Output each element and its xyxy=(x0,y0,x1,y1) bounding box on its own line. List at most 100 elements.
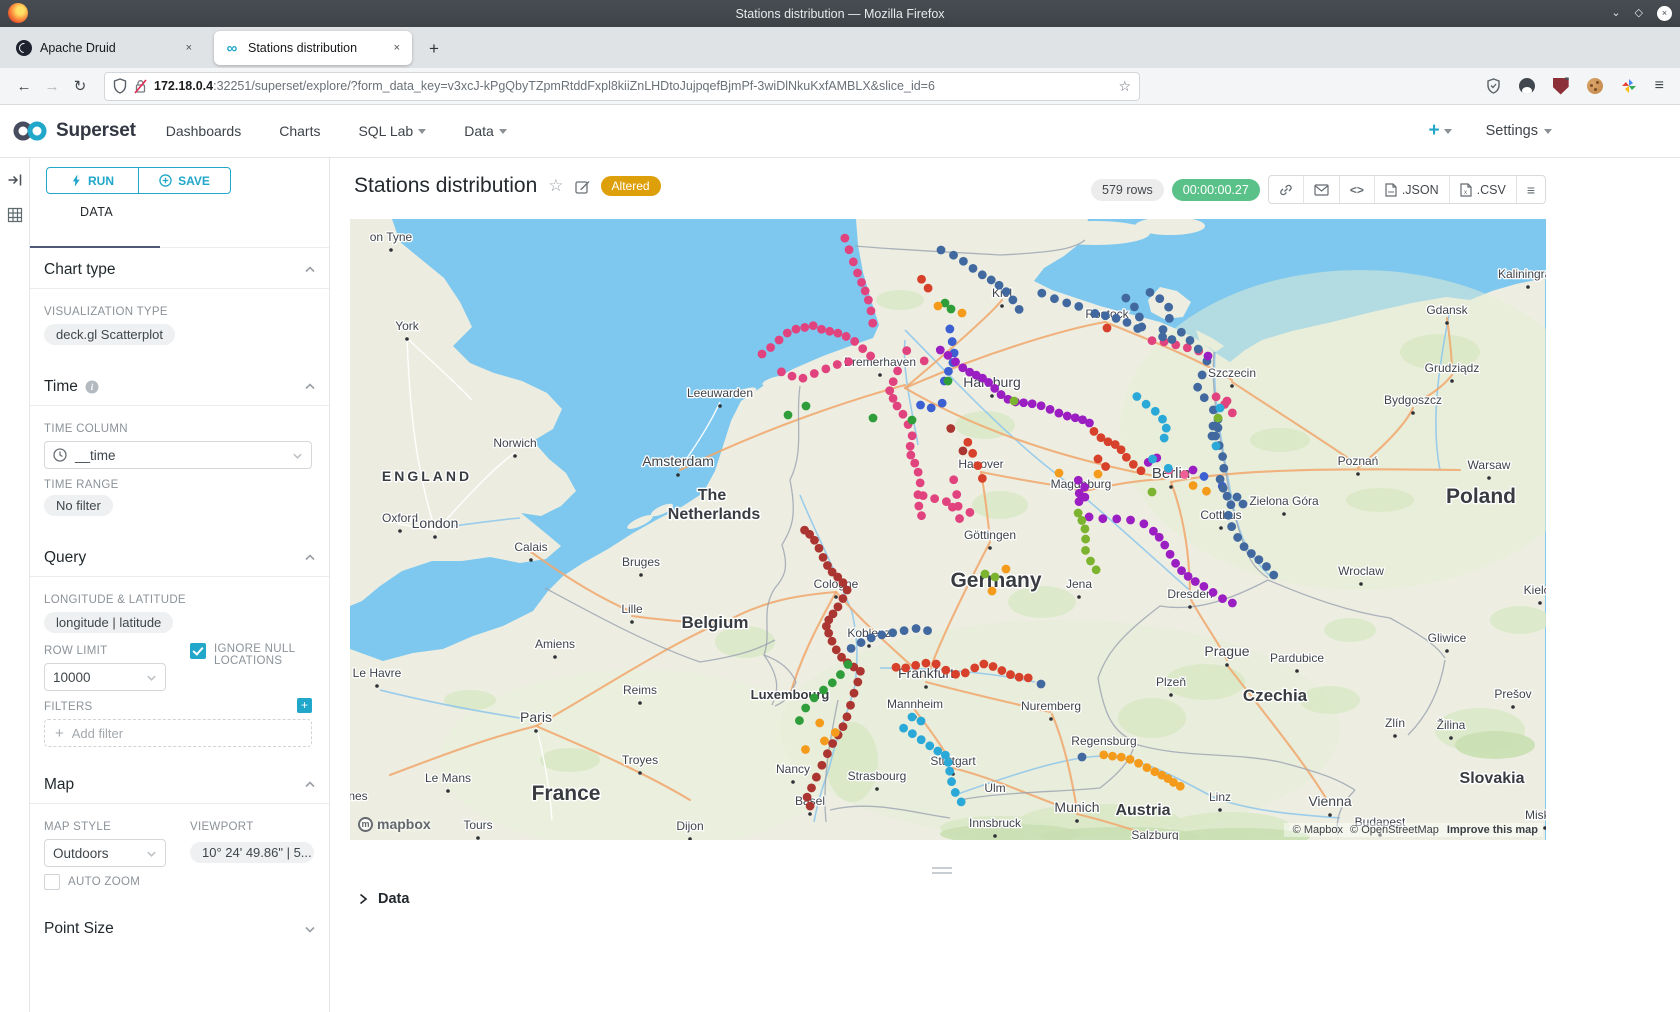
window-maximize-icon[interactable]: ◇ xyxy=(1635,8,1643,19)
station-dot[interactable] xyxy=(1142,400,1151,409)
station-dot[interactable] xyxy=(952,490,961,499)
station-dot[interactable] xyxy=(1247,549,1256,558)
station-dot[interactable] xyxy=(988,587,997,596)
station-dot[interactable] xyxy=(1137,323,1146,332)
station-dot[interactable] xyxy=(990,384,999,393)
station-dot[interactable] xyxy=(911,661,920,670)
station-dot[interactable] xyxy=(1160,434,1169,443)
station-dot[interactable] xyxy=(1171,559,1180,568)
station-dot[interactable] xyxy=(807,784,816,793)
station-dot[interactable] xyxy=(802,402,811,411)
station-dot[interactable] xyxy=(815,544,824,553)
station-dot[interactable] xyxy=(1108,752,1117,761)
station-dot[interactable] xyxy=(1227,522,1236,531)
station-dot[interactable] xyxy=(783,329,792,338)
station-dot[interactable] xyxy=(1198,371,1207,380)
station-dot[interactable] xyxy=(1269,571,1278,580)
station-dot[interactable] xyxy=(1216,404,1225,413)
station-dot[interactable] xyxy=(1126,755,1135,764)
panel-resize-handle[interactable] xyxy=(932,867,952,874)
station-dot[interactable] xyxy=(1103,324,1112,333)
station-dot[interactable] xyxy=(892,663,901,672)
station-dot[interactable] xyxy=(1212,392,1221,401)
station-dot[interactable] xyxy=(1074,476,1083,485)
station-dot[interactable] xyxy=(1228,599,1237,608)
station-dot[interactable] xyxy=(812,773,821,782)
station-dot[interactable] xyxy=(1189,466,1198,475)
station-dot[interactable] xyxy=(1209,422,1218,431)
station-dot[interactable] xyxy=(973,461,982,470)
station-dot[interactable] xyxy=(917,717,926,726)
station-dot[interactable] xyxy=(944,377,953,386)
station-dot[interactable] xyxy=(828,678,837,687)
tab-stations-distribution[interactable]: ∞ Stations distribution × xyxy=(214,31,412,65)
station-dot[interactable] xyxy=(840,234,849,243)
station-dot[interactable] xyxy=(906,442,915,451)
station-dot[interactable] xyxy=(955,514,964,523)
station-dot[interactable] xyxy=(828,739,837,748)
station-dot[interactable] xyxy=(1078,753,1087,762)
section-map[interactable]: Map xyxy=(44,776,316,794)
station-dot[interactable] xyxy=(995,281,1004,290)
station-dot[interactable] xyxy=(857,278,866,287)
station-dot[interactable] xyxy=(1143,763,1152,772)
time-range-value[interactable]: No filter xyxy=(44,495,113,516)
tab-close-icon[interactable]: × xyxy=(390,40,404,56)
station-dot[interactable] xyxy=(1224,511,1233,520)
station-dot[interactable] xyxy=(923,626,932,635)
mapbox-logo[interactable]: m mapbox xyxy=(358,816,431,832)
station-dot[interactable] xyxy=(839,578,848,587)
time-column-select[interactable]: __time xyxy=(44,441,312,469)
tab-data[interactable]: DATA xyxy=(80,205,113,219)
station-dot[interactable] xyxy=(1233,493,1242,502)
nav-data[interactable]: Data xyxy=(464,123,507,139)
station-dot[interactable] xyxy=(775,336,784,345)
new-tab-button[interactable]: + xyxy=(420,35,448,63)
station-dot[interactable] xyxy=(856,667,865,676)
station-dot[interactable] xyxy=(1166,550,1175,559)
station-dot[interactable] xyxy=(831,728,840,737)
station-dot[interactable] xyxy=(981,570,990,579)
station-dot[interactable] xyxy=(1155,533,1164,542)
map-canvas[interactable]: on TyneYorkNorwichOxfordLondonCalaisBrug… xyxy=(350,219,1546,840)
station-dot[interactable] xyxy=(908,416,917,425)
superset-logo[interactable]: Superset xyxy=(12,120,136,142)
station-dot[interactable] xyxy=(989,662,998,671)
more-options-button[interactable]: ≡ xyxy=(1516,176,1545,203)
station-dot[interactable] xyxy=(1126,516,1135,525)
station-dot[interactable] xyxy=(1092,565,1101,574)
station-dot[interactable] xyxy=(1122,453,1131,462)
station-dot[interactable] xyxy=(920,356,929,365)
station-dot[interactable] xyxy=(1055,469,1064,478)
station-dot[interactable] xyxy=(1191,577,1200,586)
station-dot[interactable] xyxy=(877,630,886,639)
station-dot[interactable] xyxy=(1158,332,1167,341)
insecure-lock-icon[interactable] xyxy=(134,79,147,94)
station-dot[interactable] xyxy=(1226,500,1235,509)
save-button[interactable]: SAVE xyxy=(138,168,230,193)
nav-charts[interactable]: Charts xyxy=(279,123,320,139)
station-dot[interactable] xyxy=(1015,673,1024,682)
station-dot[interactable] xyxy=(1165,314,1174,323)
pocket-shield-icon[interactable] xyxy=(1486,78,1501,94)
station-dot[interactable] xyxy=(1155,294,1164,303)
station-dot[interactable] xyxy=(850,689,859,698)
add-filter-box[interactable]: + Add filter xyxy=(44,719,312,747)
station-dot[interactable] xyxy=(843,586,852,595)
station-dot[interactable] xyxy=(941,666,950,675)
station-dot[interactable] xyxy=(944,367,953,376)
station-dot[interactable] xyxy=(1090,427,1099,436)
station-dot[interactable] xyxy=(914,468,923,477)
station-dot[interactable] xyxy=(1204,352,1213,361)
station-dot[interactable] xyxy=(947,305,956,314)
export-json-button[interactable]: .JSON xyxy=(1374,176,1449,203)
station-dot[interactable] xyxy=(944,351,953,360)
new-item-button[interactable]: + xyxy=(1428,120,1451,142)
station-dot[interactable] xyxy=(1199,582,1208,591)
station-dot[interactable] xyxy=(1024,673,1033,682)
station-dot[interactable] xyxy=(1086,557,1095,566)
station-dot[interactable] xyxy=(1117,445,1126,454)
station-dot[interactable] xyxy=(1228,409,1237,418)
forward-button[interactable]: → xyxy=(38,72,66,100)
station-dot[interactable] xyxy=(1137,466,1146,475)
